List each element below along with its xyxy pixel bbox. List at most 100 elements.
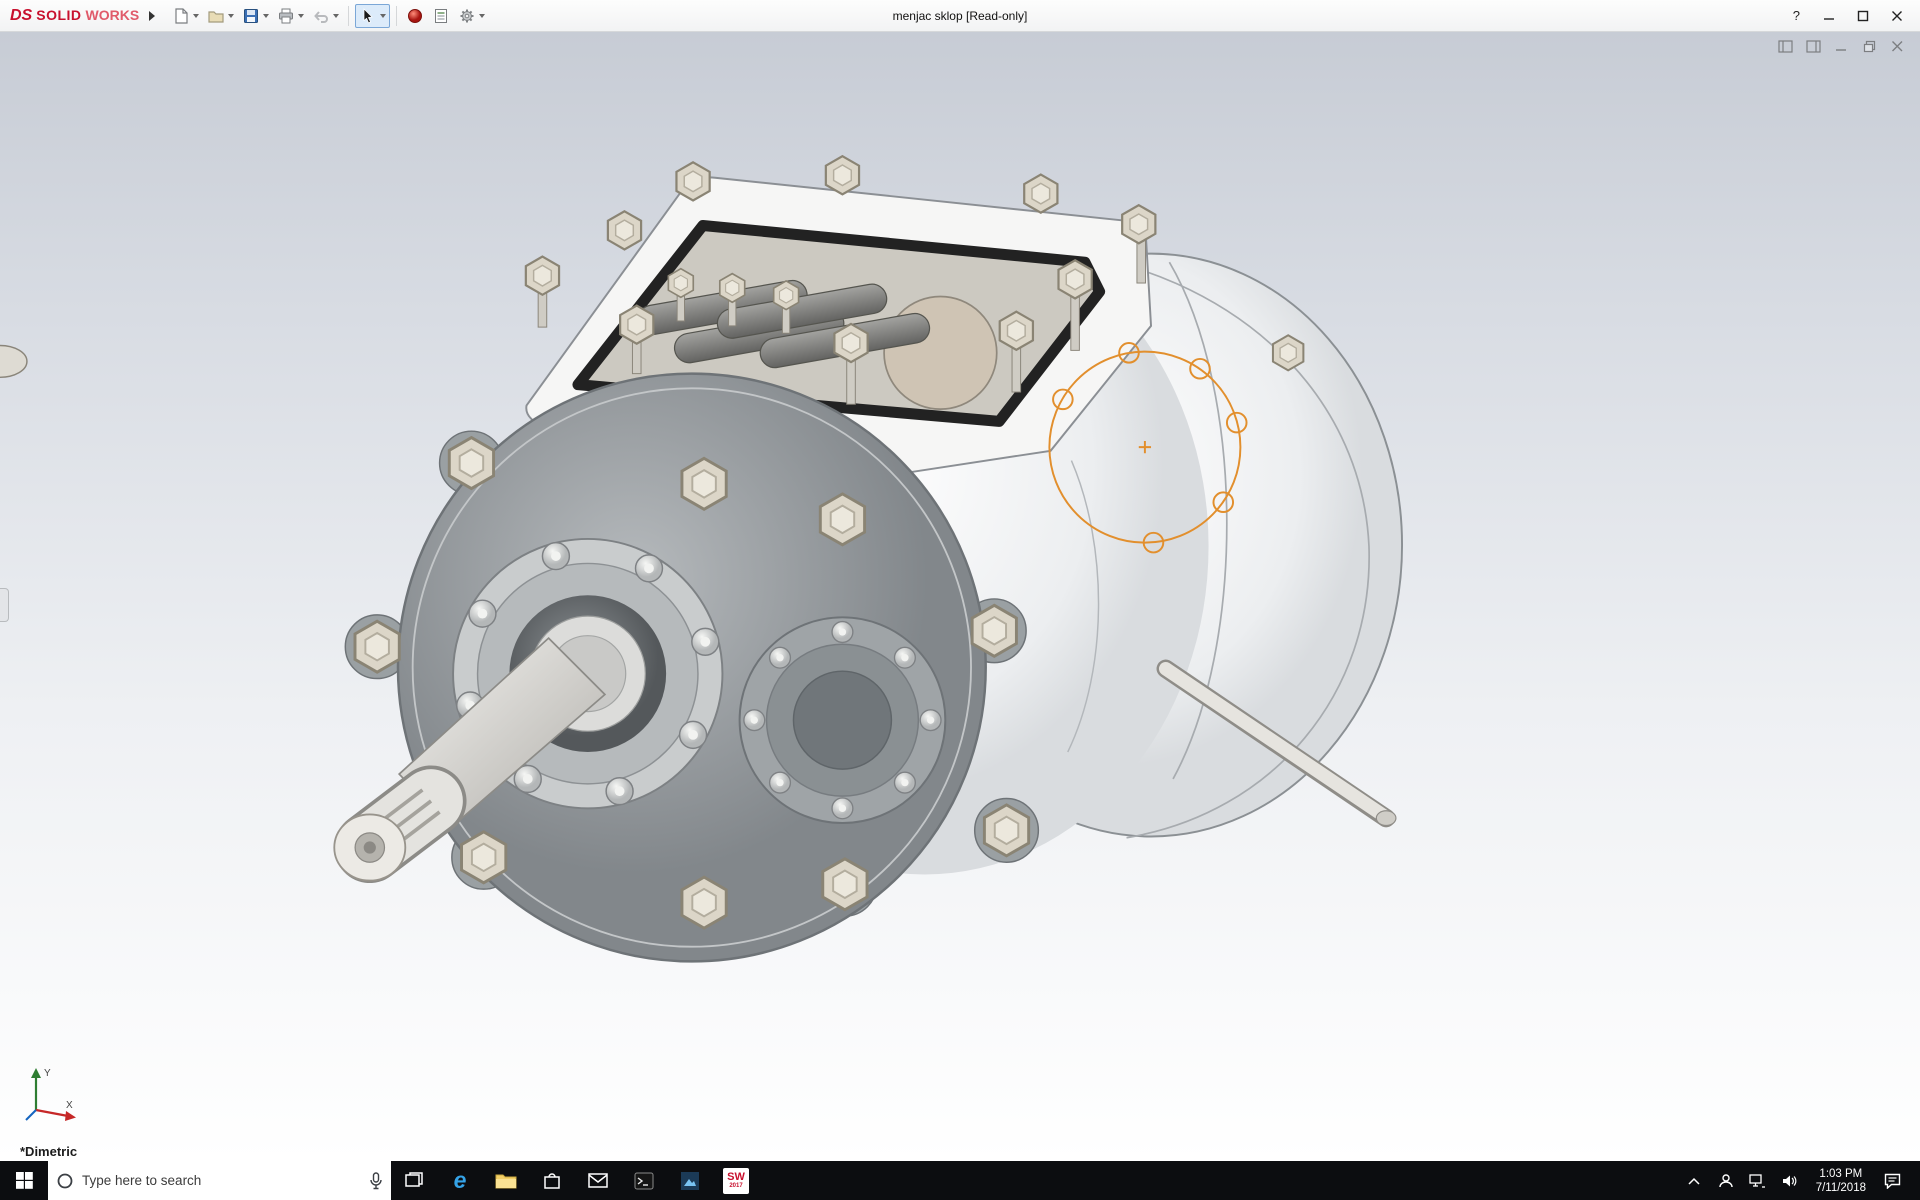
triad-x-label: X: [66, 1100, 73, 1111]
select-cursor-icon: [363, 7, 373, 23]
select-tool-button[interactable]: [355, 3, 391, 28]
doc-restore-button[interactable]: [1860, 38, 1878, 54]
task-view-icon: [405, 1171, 423, 1187]
edge-button[interactable]: e: [437, 1161, 483, 1200]
expand-triangle-icon: [149, 10, 156, 21]
report-button[interactable]: [429, 4, 453, 28]
pane-right-toggle-button[interactable]: [1804, 38, 1822, 54]
doc-minimize-button[interactable]: [1832, 38, 1850, 54]
task-view-button[interactable]: [391, 1161, 437, 1200]
mail-icon: [588, 1173, 608, 1188]
photos-icon: [681, 1171, 699, 1190]
toolbar-separator: [396, 5, 398, 26]
model-canvas[interactable]: [0, 32, 1920, 1161]
volume-icon: [1782, 1175, 1797, 1186]
taskbar-search[interactable]: [48, 1161, 391, 1200]
appearance-sphere-icon: [408, 8, 423, 23]
file-explorer-icon: [495, 1174, 517, 1188]
edge-icon: e: [453, 1167, 467, 1193]
triad-y-label: Y: [44, 1068, 51, 1079]
network-icon: [1749, 1173, 1766, 1188]
taskbar-clock[interactable]: 1:03 PM 7/11/2018: [1808, 1167, 1874, 1195]
action-center-button[interactable]: [1878, 1161, 1906, 1200]
photos-button[interactable]: [667, 1161, 713, 1200]
solidworks-wordmark-2: WORKS: [85, 6, 140, 23]
save-caret-icon[interactable]: [263, 13, 270, 18]
command-prompt-button[interactable]: [621, 1161, 667, 1200]
doc-close-button[interactable]: [1888, 38, 1906, 54]
minimize-button[interactable]: [1814, 5, 1844, 27]
select-caret-icon[interactable]: [380, 13, 387, 18]
document-window-controls: [1776, 38, 1906, 54]
store-button[interactable]: [529, 1161, 575, 1200]
design-report-icon: [435, 8, 448, 23]
clock-time: 1:03 PM: [1819, 1167, 1863, 1180]
file-explorer-button[interactable]: [483, 1161, 529, 1200]
help-button[interactable]: ?: [1783, 8, 1810, 23]
options-button[interactable]: [455, 4, 488, 28]
pane-left-toggle-button[interactable]: [1776, 38, 1794, 54]
open-caret-icon[interactable]: [228, 13, 235, 18]
people-button[interactable]: [1712, 1161, 1740, 1200]
orientation-triad: Y X: [25, 1068, 76, 1121]
doc-close-icon: [1891, 40, 1902, 51]
appearance-button[interactable]: [403, 4, 427, 28]
pane-left-icon: [1777, 39, 1793, 53]
windows-taskbar: e SW 2017: [0, 1161, 1920, 1200]
solidworks-logo: DS SOLID WORKS: [8, 7, 145, 25]
options-caret-icon[interactable]: [479, 13, 486, 18]
solidworks-wordmark: SOLID: [36, 6, 82, 23]
close-icon: [1892, 10, 1902, 21]
system-tray: 1:03 PM 7/11/2018: [1680, 1161, 1920, 1200]
solidworks-2017-icon: SW 2017: [723, 1167, 749, 1194]
close-button[interactable]: [1882, 5, 1912, 27]
open-folder-icon: [208, 10, 224, 23]
chevron-up-icon: [1688, 1177, 1700, 1185]
solidworks-taskbar-button[interactable]: SW 2017: [713, 1161, 759, 1200]
window-controls: ?: [1783, 5, 1912, 27]
internal-bore: [883, 295, 998, 411]
quick-toolbar: [169, 3, 488, 28]
people-icon: [1718, 1173, 1733, 1187]
cortana-search-icon: [57, 1173, 73, 1188]
new-document-caret-icon[interactable]: [193, 13, 200, 18]
options-gear-icon: [460, 9, 474, 22]
boss: [0, 344, 28, 379]
toolbar-separator: [348, 5, 350, 26]
start-button[interactable]: [0, 1161, 48, 1200]
new-document-button[interactable]: [169, 4, 202, 28]
doc-minimize-icon: [1835, 48, 1846, 51]
dassault-ds-mark: DS: [10, 6, 33, 24]
command-prompt-icon: [634, 1172, 654, 1189]
save-icon: [244, 8, 259, 23]
titlebar: DS SOLID WORKS menjac sklop [Read-only] …: [0, 0, 1920, 32]
open-button[interactable]: [204, 4, 237, 28]
sw-badge-year: 2017: [729, 1183, 743, 1189]
sw-badge-text: SW: [727, 1171, 745, 1183]
new-document-icon: [175, 7, 188, 24]
tray-overflow-button[interactable]: [1680, 1161, 1708, 1200]
action-center-icon: [1884, 1173, 1900, 1189]
graphics-viewport[interactable]: Y X *Dimetric: [0, 32, 1920, 1161]
maximize-button[interactable]: [1848, 5, 1878, 27]
volume-button[interactable]: [1776, 1161, 1804, 1200]
store-icon: [544, 1173, 560, 1189]
maximize-icon: [1857, 10, 1869, 21]
network-button[interactable]: [1744, 1161, 1772, 1200]
save-button[interactable]: [239, 4, 272, 28]
undo-button[interactable]: [309, 4, 342, 28]
minimize-icon: [1824, 17, 1834, 20]
undo-caret-icon[interactable]: [333, 13, 340, 18]
undo-icon: [314, 10, 329, 23]
microphone-icon[interactable]: [369, 1171, 383, 1190]
clock-date: 7/11/2018: [1815, 1181, 1866, 1194]
pane-right-icon: [1805, 39, 1821, 53]
search-input[interactable]: [82, 1173, 361, 1188]
print-caret-icon[interactable]: [298, 13, 305, 18]
print-icon: [279, 8, 294, 23]
print-button[interactable]: [274, 4, 307, 28]
menu-expand-arrow[interactable]: [145, 7, 159, 25]
windows-logo-icon: [15, 1172, 33, 1189]
secondary-cover: [738, 616, 947, 825]
mail-button[interactable]: [575, 1161, 621, 1200]
